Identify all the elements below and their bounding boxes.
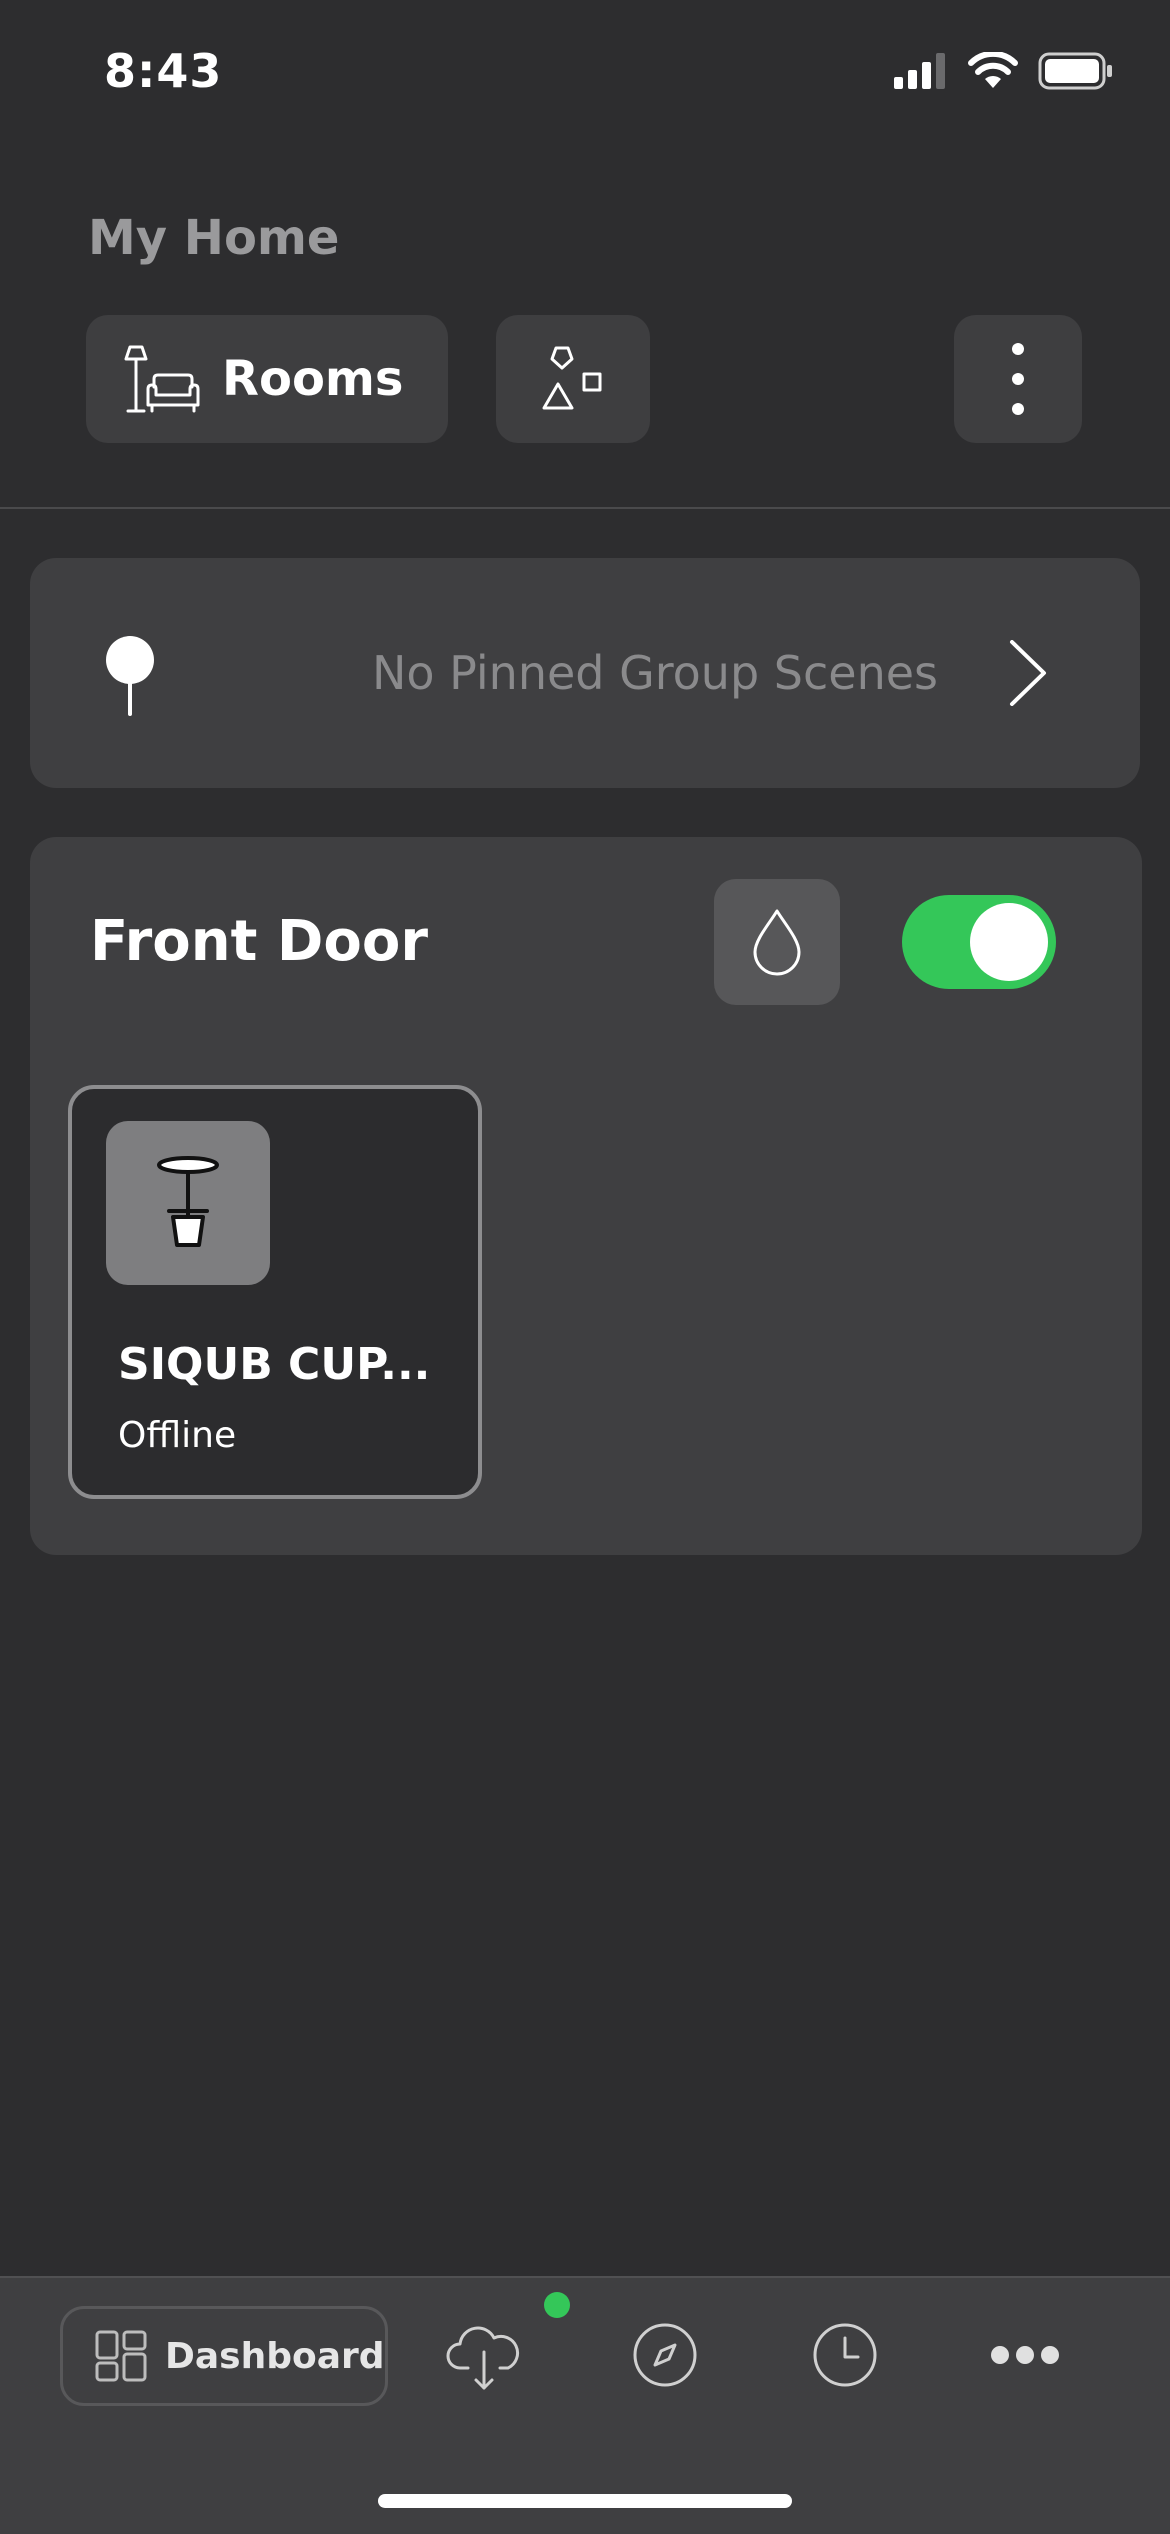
kebab-menu-icon: [1012, 343, 1024, 415]
nav-dashboard[interactable]: Dashboard: [60, 2306, 388, 2406]
header-divider: [0, 507, 1170, 509]
compass-icon[interactable]: [632, 2322, 698, 2388]
rooms-label: Rooms: [222, 351, 404, 407]
lamp-sofa-icon: [124, 345, 200, 413]
chevron-right-icon: [1010, 640, 1046, 706]
bottom-nav: Dashboard: [0, 2276, 1170, 2534]
device-icon-box: [106, 1121, 270, 1285]
more-dots-icon[interactable]: [990, 2344, 1060, 2366]
device-name: SIQUB CUP...: [118, 1339, 431, 1390]
shapes-icon: [542, 346, 602, 410]
status-time: 8:43: [104, 44, 223, 98]
device-status: Offline: [118, 1415, 237, 1456]
pinned-scenes-card[interactable]: No Pinned Group Scenes: [30, 558, 1140, 788]
pinned-scenes-text: No Pinned Group Scenes: [372, 646, 938, 700]
rooms-button[interactable]: Rooms: [86, 315, 448, 443]
dashboard-label: Dashboard: [165, 2335, 385, 2377]
color-button[interactable]: [714, 879, 840, 1005]
group-power-toggle[interactable]: [902, 895, 1056, 989]
droplet-icon: [753, 909, 801, 976]
group-card: Front Door SIQUB CUP... Offline: [30, 837, 1142, 1555]
battery-icon: [1038, 52, 1112, 90]
group-title: Front Door: [90, 909, 428, 974]
pin-icon: [106, 636, 154, 716]
shapes-button[interactable]: [496, 315, 650, 443]
device-tile[interactable]: SIQUB CUP... Offline: [68, 1085, 482, 1499]
signal-icon: [894, 53, 945, 89]
home-indicator: [378, 2494, 792, 2508]
clock-icon[interactable]: [812, 2322, 878, 2388]
cloud-download-icon[interactable]: [446, 2322, 522, 2392]
wifi-icon: [968, 52, 1018, 88]
more-options-button[interactable]: [954, 315, 1082, 443]
toggle-knob: [970, 903, 1048, 981]
status-icons: [894, 52, 1114, 90]
update-badge: [544, 2292, 570, 2318]
dashboard-grid-icon: [95, 2330, 147, 2382]
page-title: My Home: [88, 210, 340, 266]
table-lamp-icon: [157, 1156, 219, 1247]
